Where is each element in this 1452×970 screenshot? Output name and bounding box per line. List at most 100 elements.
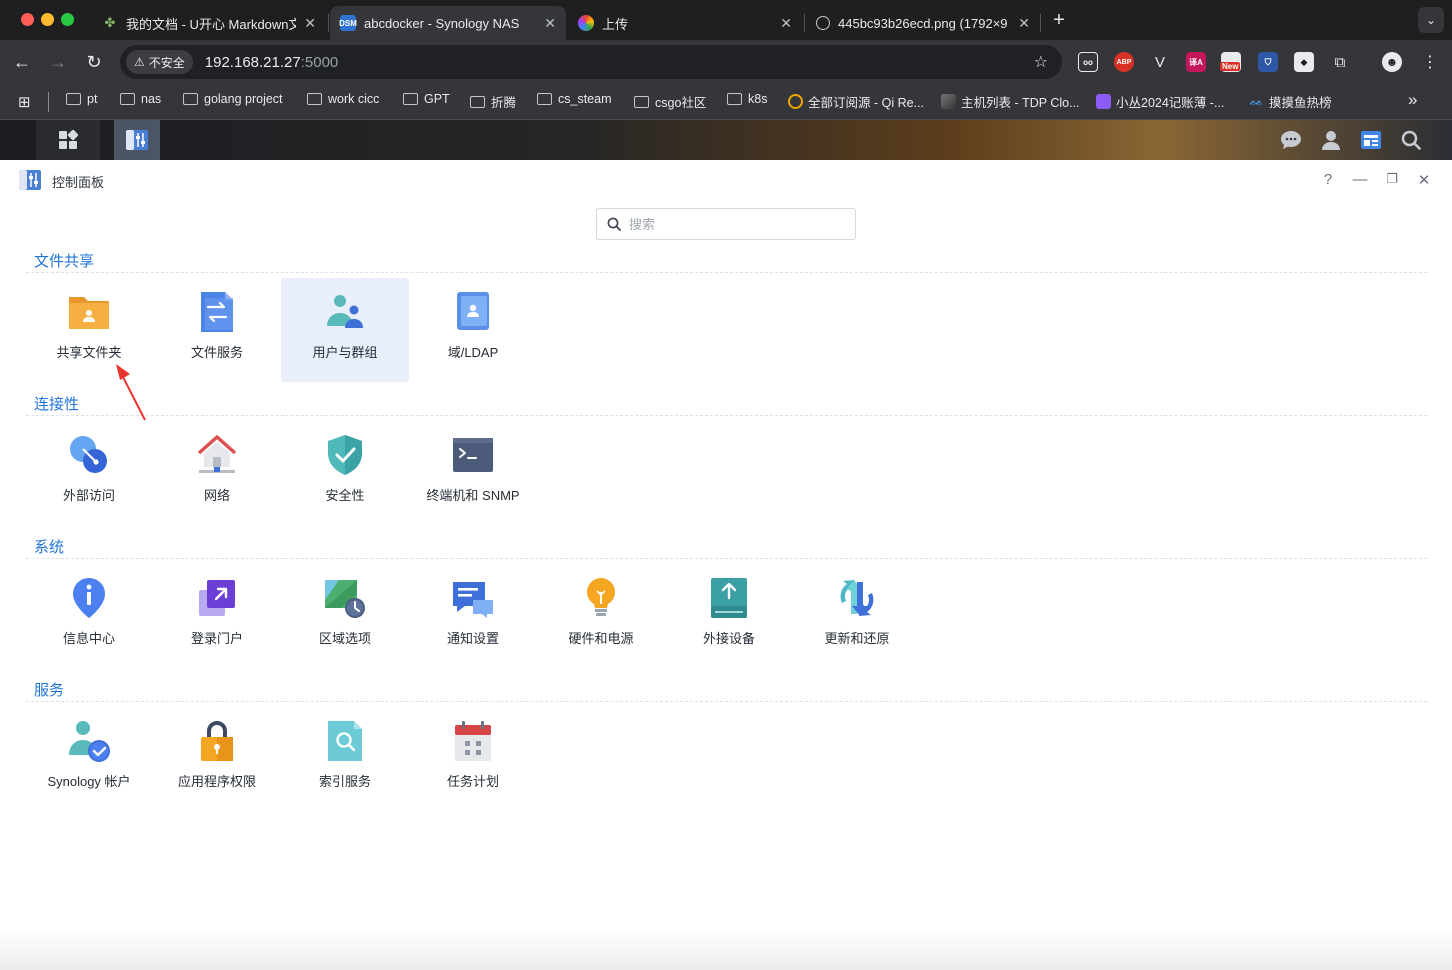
browser-tab-active[interactable]: DSM abcdocker - Synology NAS ✕ bbox=[330, 6, 566, 40]
minimize-icon[interactable]: — bbox=[1352, 171, 1368, 188]
tab-search-chevron-icon[interactable]: ⌄ bbox=[1418, 7, 1444, 33]
help-icon[interactable]: ? bbox=[1320, 171, 1336, 188]
tab-separator bbox=[328, 14, 329, 32]
reload-icon[interactable]: ↻ bbox=[82, 50, 106, 74]
adblock-plus-icon[interactable]: ABP bbox=[1114, 52, 1134, 72]
chat-bubble-icon[interactable] bbox=[1274, 120, 1308, 160]
vimium-icon[interactable]: V bbox=[1150, 52, 1170, 72]
bookmark-folder[interactable]: cs_steam bbox=[537, 92, 612, 106]
bookmark-site[interactable]: ᨐ 摸摸鱼热榜 bbox=[1249, 92, 1331, 111]
translate-icon[interactable]: 译A bbox=[1186, 52, 1206, 72]
bookmark-folder[interactable]: nas bbox=[120, 92, 161, 106]
item-app-privileges[interactable]: 应用程序权限 bbox=[153, 707, 281, 811]
browser-toolbar: ← → ↻ ⚠ 不安全 192.168.21.27:5000 ☆ oo ABP … bbox=[0, 40, 1452, 84]
item-regional-options[interactable]: 区域选项 bbox=[281, 564, 409, 668]
item-notification[interactable]: 通知设置 bbox=[409, 564, 537, 668]
bookmark-site[interactable]: 小丛2024记账薄 -... bbox=[1096, 92, 1224, 111]
search-icon bbox=[607, 217, 621, 231]
window-close-dot[interactable] bbox=[21, 13, 34, 26]
bookmark-folder[interactable]: work cicc bbox=[307, 92, 379, 106]
profile-avatar[interactable]: ☻ bbox=[1382, 52, 1402, 72]
bookmark-label: 全部订阅源 - Qi Re... bbox=[808, 96, 924, 110]
item-task-scheduler[interactable]: 任务计划 bbox=[409, 707, 537, 811]
search-box[interactable] bbox=[596, 208, 856, 240]
tab-title: 445bc93b26ecd.png (1792×9 bbox=[838, 15, 1008, 31]
warning-triangle-icon: ⚠ bbox=[134, 55, 145, 69]
ledger-app-icon bbox=[1096, 94, 1111, 109]
pinwheel-icon bbox=[578, 15, 594, 31]
item-domain-ldap[interactable]: 域/LDAP bbox=[409, 278, 537, 382]
item-external-devices[interactable]: 外接设备 bbox=[665, 564, 793, 668]
bookmark-site[interactable]: 全部订阅源 - Qi Re... bbox=[788, 92, 924, 111]
bookmark-label: 小丛2024记账薄 -... bbox=[1116, 96, 1225, 110]
forward-arrow-icon[interactable]: → bbox=[46, 50, 70, 74]
item-label: 硬件和电源 bbox=[568, 631, 634, 646]
globe-icon bbox=[816, 16, 830, 30]
item-label: 外部访问 bbox=[62, 488, 115, 503]
bookmark-folder[interactable]: k8s bbox=[727, 92, 767, 106]
extension-cube-icon[interactable]: ◆ bbox=[1294, 52, 1314, 72]
browser-tab[interactable]: 上传 ✕ bbox=[568, 6, 802, 40]
item-label: 应用程序权限 bbox=[177, 774, 256, 789]
item-user-group[interactable]: 用户与群组 bbox=[281, 278, 409, 382]
bookmark-site[interactable]: 主机列表 - TDP Clo... bbox=[941, 92, 1080, 111]
item-hardware-power[interactable]: 硬件和电源 bbox=[537, 564, 665, 668]
bookmark-folder[interactable]: 折腾 bbox=[470, 92, 516, 111]
security-chip[interactable]: ⚠ 不安全 bbox=[126, 50, 193, 74]
fish-icon: ᨐ bbox=[1249, 94, 1264, 108]
widgets-icon[interactable] bbox=[1354, 120, 1388, 160]
bookmark-folder[interactable]: csgo社区 bbox=[634, 92, 706, 111]
bitwarden-shield-icon[interactable]: ⛉ bbox=[1258, 52, 1278, 72]
tab-close-icon[interactable]: ✕ bbox=[544, 15, 556, 32]
item-label: 任务计划 bbox=[446, 774, 499, 789]
address-bar[interactable]: ⚠ 不安全 192.168.21.27:5000 ☆ bbox=[120, 45, 1062, 79]
tab-close-icon[interactable]: ✕ bbox=[1018, 15, 1030, 32]
taskbar-control-panel[interactable] bbox=[114, 120, 160, 160]
tab-close-icon[interactable]: ✕ bbox=[780, 15, 792, 32]
main-menu-button[interactable] bbox=[36, 120, 100, 160]
folder-icon bbox=[66, 93, 81, 105]
user-account-icon[interactable] bbox=[1314, 120, 1348, 160]
bookmark-folder[interactable]: golang project bbox=[183, 92, 283, 106]
bookmark-folder[interactable]: GPT bbox=[403, 92, 450, 106]
chrome-menu-icon[interactable]: ⋮ bbox=[1420, 52, 1440, 72]
back-arrow-icon[interactable]: ← bbox=[10, 50, 34, 74]
extensions-puzzle-icon[interactable]: ⧉ bbox=[1330, 52, 1350, 72]
item-shared-folder[interactable]: 共享文件夹 bbox=[25, 278, 153, 382]
url-text[interactable]: 192.168.21.27:5000 bbox=[205, 54, 338, 71]
browser-tab[interactable]: 445bc93b26ecd.png (1792×9 ✕ bbox=[806, 6, 1040, 40]
dsm-search-icon[interactable] bbox=[1394, 120, 1428, 160]
close-icon[interactable]: ✕ bbox=[1416, 171, 1432, 189]
window-minimize-dot[interactable] bbox=[41, 13, 54, 26]
bookmark-label: csgo社区 bbox=[655, 96, 707, 110]
window-zoom-dot[interactable] bbox=[61, 13, 74, 26]
bookmark-folder[interactable]: pt bbox=[66, 92, 97, 106]
search-input[interactable] bbox=[629, 216, 849, 232]
tab-close-icon[interactable]: ✕ bbox=[304, 15, 316, 32]
item-terminal-snmp[interactable]: 终端机和 SNMP bbox=[409, 421, 537, 525]
section-divider bbox=[26, 558, 1427, 559]
apps-grid-icon[interactable]: ⊞ bbox=[18, 93, 31, 111]
restore-icon[interactable]: ❐ bbox=[1384, 171, 1400, 187]
item-synology-account[interactable]: Synology 帐户 bbox=[25, 707, 153, 811]
item-security[interactable]: 安全性 bbox=[281, 421, 409, 525]
item-label: 更新和还原 bbox=[824, 631, 890, 646]
item-login-portal[interactable]: 登录门户 bbox=[153, 564, 281, 668]
browser-tab[interactable]: ✤ 我的文档 - U开心 Markdown文 ✕ bbox=[92, 6, 326, 40]
new-extension-icon[interactable]: New bbox=[1220, 52, 1241, 72]
item-network[interactable]: 网络 bbox=[153, 421, 281, 525]
item-file-services[interactable]: 文件服务 bbox=[153, 278, 281, 382]
item-info-center[interactable]: 信息中心 bbox=[25, 564, 153, 668]
item-indexing-service[interactable]: 索引服务 bbox=[281, 707, 409, 811]
app-privileges-icon bbox=[201, 721, 233, 761]
item-label: 索引服务 bbox=[318, 774, 371, 789]
window-title: 控制面板 bbox=[52, 175, 105, 190]
item-update-restore[interactable]: 更新和还原 bbox=[793, 564, 921, 668]
regional-options-icon bbox=[325, 580, 365, 618]
file-services-icon bbox=[201, 292, 233, 332]
bookmark-star-icon[interactable]: ☆ bbox=[1034, 52, 1048, 72]
extension-eyes-icon[interactable]: oo bbox=[1078, 52, 1098, 72]
new-tab-plus-icon[interactable]: + bbox=[1048, 9, 1070, 32]
bookmarks-overflow-icon[interactable]: » bbox=[1408, 90, 1417, 110]
item-external-access[interactable]: 外部访问 bbox=[25, 421, 153, 525]
